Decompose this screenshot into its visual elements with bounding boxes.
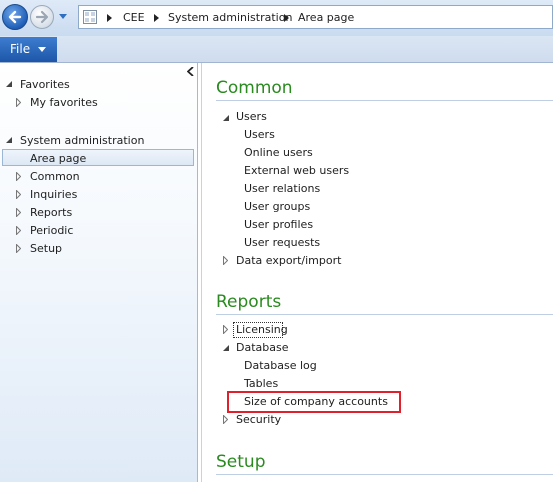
chevron-down-icon (38, 47, 46, 52)
nav-item-label: Periodic (30, 224, 74, 237)
address-toolbar: CEE System administration Area page (0, 0, 553, 36)
arrow-right-icon (35, 10, 49, 24)
nav-item-label: Common (30, 170, 80, 183)
collapsed-triangle-icon (16, 244, 21, 253)
forward-button[interactable] (30, 5, 54, 29)
section-divider (216, 314, 553, 315)
expanded-triangle-icon[interactable] (223, 115, 229, 121)
nav-item-area-page[interactable]: Area page (30, 152, 86, 165)
collapsed-triangle-icon[interactable] (223, 415, 228, 424)
link-size-of-company-accounts[interactable]: Size of company accounts (244, 395, 388, 408)
collapsed-triangle-icon[interactable] (223, 256, 228, 265)
collapsed-triangle-icon (16, 208, 21, 217)
link-users[interactable]: Users (244, 128, 275, 141)
collapsed-triangle-icon (16, 190, 21, 199)
link-user-groups[interactable]: User groups (244, 200, 310, 213)
nav-item-label: Reports (30, 206, 73, 219)
my-favorites-label: My favorites (30, 96, 98, 109)
section-title-common: Common (216, 78, 293, 98)
link-user-requests[interactable]: User requests (244, 236, 320, 249)
section-title-reports: Reports (216, 292, 282, 312)
link-online-users[interactable]: Online users (244, 146, 313, 159)
breadcrumb-separator-icon[interactable] (284, 14, 289, 22)
breadcrumb-system-administration[interactable]: System administration (168, 11, 292, 24)
collapsed-triangle-icon (16, 172, 21, 181)
collapsed-triangle-icon (16, 226, 21, 235)
breadcrumb-separator-icon[interactable] (107, 14, 112, 22)
back-button[interactable] (2, 4, 28, 30)
link-external-web-users[interactable]: External web users (244, 164, 349, 177)
breadcrumb-cee[interactable]: CEE (123, 11, 145, 24)
section-title-setup: Setup (216, 452, 266, 472)
page-grid-icon (83, 10, 97, 24)
link-tables[interactable]: Tables (244, 377, 278, 390)
arrow-left-icon (8, 10, 22, 24)
tree-group-licensing[interactable]: Licensing (236, 323, 288, 336)
nav-item-label: Area page (30, 152, 87, 165)
expanded-triangle-icon (6, 81, 12, 87)
expanded-triangle-icon (6, 137, 12, 143)
tree-group-users[interactable]: Users (236, 110, 267, 123)
link-user-relations[interactable]: User relations (244, 182, 320, 195)
collapsed-triangle-icon (16, 98, 21, 107)
area-page-content: Common Users Users Online users External… (201, 63, 553, 482)
link-database-log[interactable]: Database log (244, 359, 317, 372)
file-menu-label: File (10, 42, 31, 56)
module-label: System administration (20, 134, 145, 147)
tree-group-security[interactable]: Security (236, 413, 281, 426)
link-user-profiles[interactable]: User profiles (244, 218, 313, 231)
expanded-triangle-icon[interactable] (223, 345, 229, 351)
address-box[interactable]: CEE System administration Area page (78, 5, 553, 29)
section-divider (216, 100, 553, 101)
collapse-pane-icon[interactable] (187, 67, 194, 76)
history-dropdown-icon[interactable] (58, 13, 68, 21)
breadcrumb-area-page[interactable]: Area page (298, 11, 354, 24)
tree-group-data-export-import[interactable]: Data export/import (236, 254, 341, 267)
menu-strip (0, 36, 553, 63)
collapsed-triangle-icon[interactable] (223, 325, 228, 334)
favorites-label: Favorites (20, 78, 70, 91)
breadcrumb-separator-icon[interactable] (154, 14, 159, 22)
nav-item-label: Setup (30, 242, 63, 255)
section-divider (216, 474, 553, 475)
navigation-pane: Favorites My favorites System administra… (0, 63, 198, 482)
tree-group-database[interactable]: Database (236, 341, 289, 354)
nav-item-label: Inquiries (30, 188, 78, 201)
file-menu-button[interactable]: File (0, 37, 57, 62)
